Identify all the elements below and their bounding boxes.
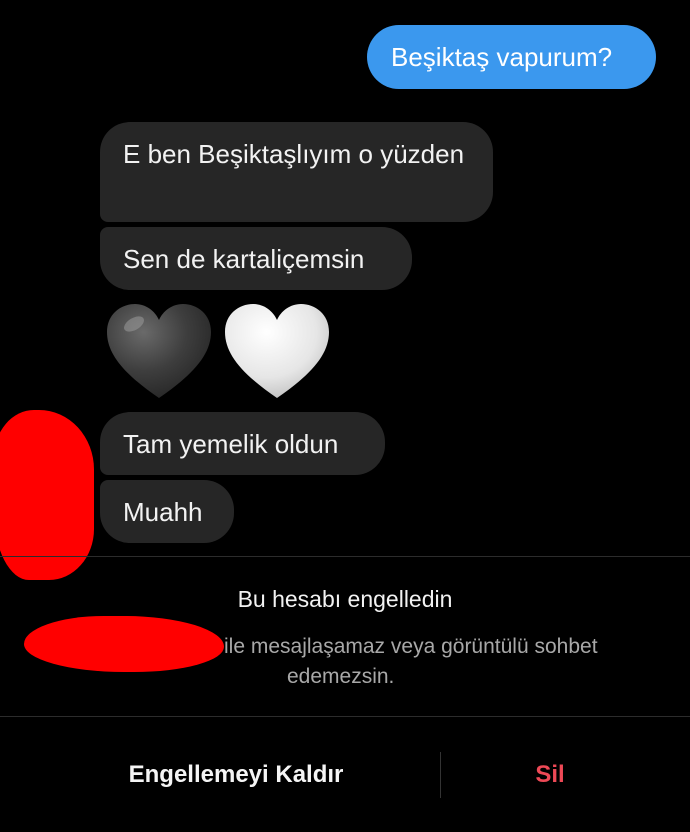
delete-button[interactable]: Sil xyxy=(450,752,650,798)
redaction-scribble xyxy=(24,616,224,672)
blocked-notice-title: Bu hesabı engelledin xyxy=(0,586,690,613)
redaction-scribble xyxy=(0,410,94,580)
received-message-bubble[interactable]: E ben Beşiktaşlıyım o yüzden xyxy=(100,122,493,222)
blocked-notice-description: edemezsin. xyxy=(287,665,395,688)
sent-message-bubble[interactable]: Beşiktaş vapurum? xyxy=(367,25,656,89)
divider xyxy=(0,556,690,557)
received-message-bubble[interactable]: Sen de kartaliçemsin xyxy=(100,227,412,290)
white-heart-icon[interactable] xyxy=(222,302,332,402)
blocked-notice-title-text: Bu hesabı engelledin xyxy=(237,586,453,612)
unblock-button[interactable]: Engellemeyi Kaldır xyxy=(60,752,412,798)
blocked-notice-description: ile mesajlaşamaz veya görüntülü sohbet xyxy=(224,635,598,658)
divider xyxy=(0,716,690,717)
button-separator xyxy=(440,752,441,798)
black-heart-icon[interactable] xyxy=(104,302,214,402)
received-message-bubble[interactable]: Tam yemelik oldun xyxy=(100,412,385,475)
received-message-bubble[interactable]: Muahh xyxy=(100,480,234,543)
